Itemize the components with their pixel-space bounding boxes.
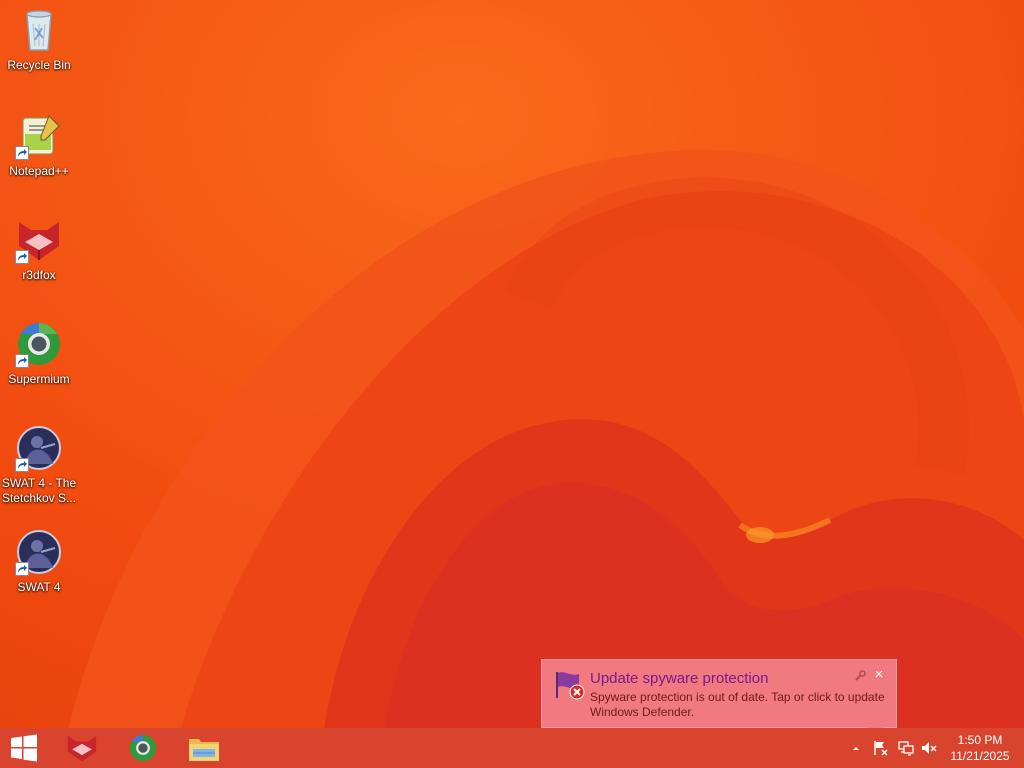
taskbar-clock[interactable]: 1:50 PM 11/21/2025 [944, 732, 1016, 764]
swat4-icon [15, 424, 63, 472]
wrench-settings-icon[interactable] [853, 669, 867, 683]
swat4-icon [15, 528, 63, 576]
notification-title: Update spyware protection [590, 670, 769, 687]
r3dfox-icon [15, 216, 63, 264]
taskbar-file-explorer-button[interactable] [174, 728, 234, 768]
taskbar-r3dfox-button[interactable] [52, 728, 112, 768]
desktop-icon-label: SWAT 4 [17, 580, 61, 594]
desktop-icon-swat4-stetchkov[interactable]: SWAT 4 - The Stetchkov S... [0, 424, 78, 506]
desktop-icon-swat4[interactable]: SWAT 4 [0, 528, 78, 595]
action-center-flag-icon[interactable] [873, 740, 889, 756]
windows-defender-flag-icon [553, 668, 587, 702]
clock-date: 11/21/2025 [950, 749, 1010, 763]
network-icon[interactable] [898, 740, 914, 756]
notification-body: Spyware protection is out of date. Tap o… [590, 690, 885, 719]
defender-notification-toast[interactable]: Update spyware protection Spyware protec… [541, 659, 897, 728]
desktop-icon-r3dfox[interactable]: r3dfox [0, 216, 78, 283]
taskbar-supermium-button[interactable] [113, 728, 173, 768]
desktop-icon-label: Supermium [8, 372, 70, 386]
notepadpp-icon [15, 112, 63, 160]
file-explorer-icon [188, 734, 220, 762]
wallpaper [0, 0, 1024, 768]
desktop-icon-label: Recycle Bin [7, 58, 71, 72]
desktop-icon-notepadpp[interactable]: Notepad++ [0, 112, 78, 179]
volume-muted-icon[interactable] [921, 740, 937, 756]
start-button[interactable] [0, 728, 48, 768]
show-hidden-icons-chevron[interactable] [850, 742, 862, 754]
r3dfox-icon [65, 733, 99, 763]
taskbar: 1:50 PM 11/21/2025 [0, 728, 1024, 768]
desktop-icon-label: SWAT 4 - The Stetchkov S... [1, 476, 77, 505]
desktop-icon-label: Notepad++ [9, 164, 69, 178]
close-icon[interactable]: × [872, 667, 886, 683]
desktop-icon-label: r3dfox [22, 268, 56, 282]
shortcut-arrow-icon [15, 354, 29, 368]
shortcut-arrow-icon [15, 458, 29, 472]
start-windows-icon [10, 734, 38, 762]
desktop-icon-recycle-bin[interactable]: Recycle Bin [0, 6, 78, 73]
desktop-icon-supermium[interactable]: Supermium [0, 320, 78, 387]
shortcut-arrow-icon [15, 250, 29, 264]
supermium-icon [15, 320, 63, 368]
shortcut-arrow-icon [15, 562, 29, 576]
supermium-icon [128, 733, 158, 763]
recycle-bin-icon [15, 6, 63, 54]
shortcut-arrow-icon [15, 146, 29, 160]
clock-time: 1:50 PM [957, 733, 1003, 747]
desktop[interactable]: Recycle Bin Notepad++ r3dfox Supermium S… [0, 0, 1024, 768]
